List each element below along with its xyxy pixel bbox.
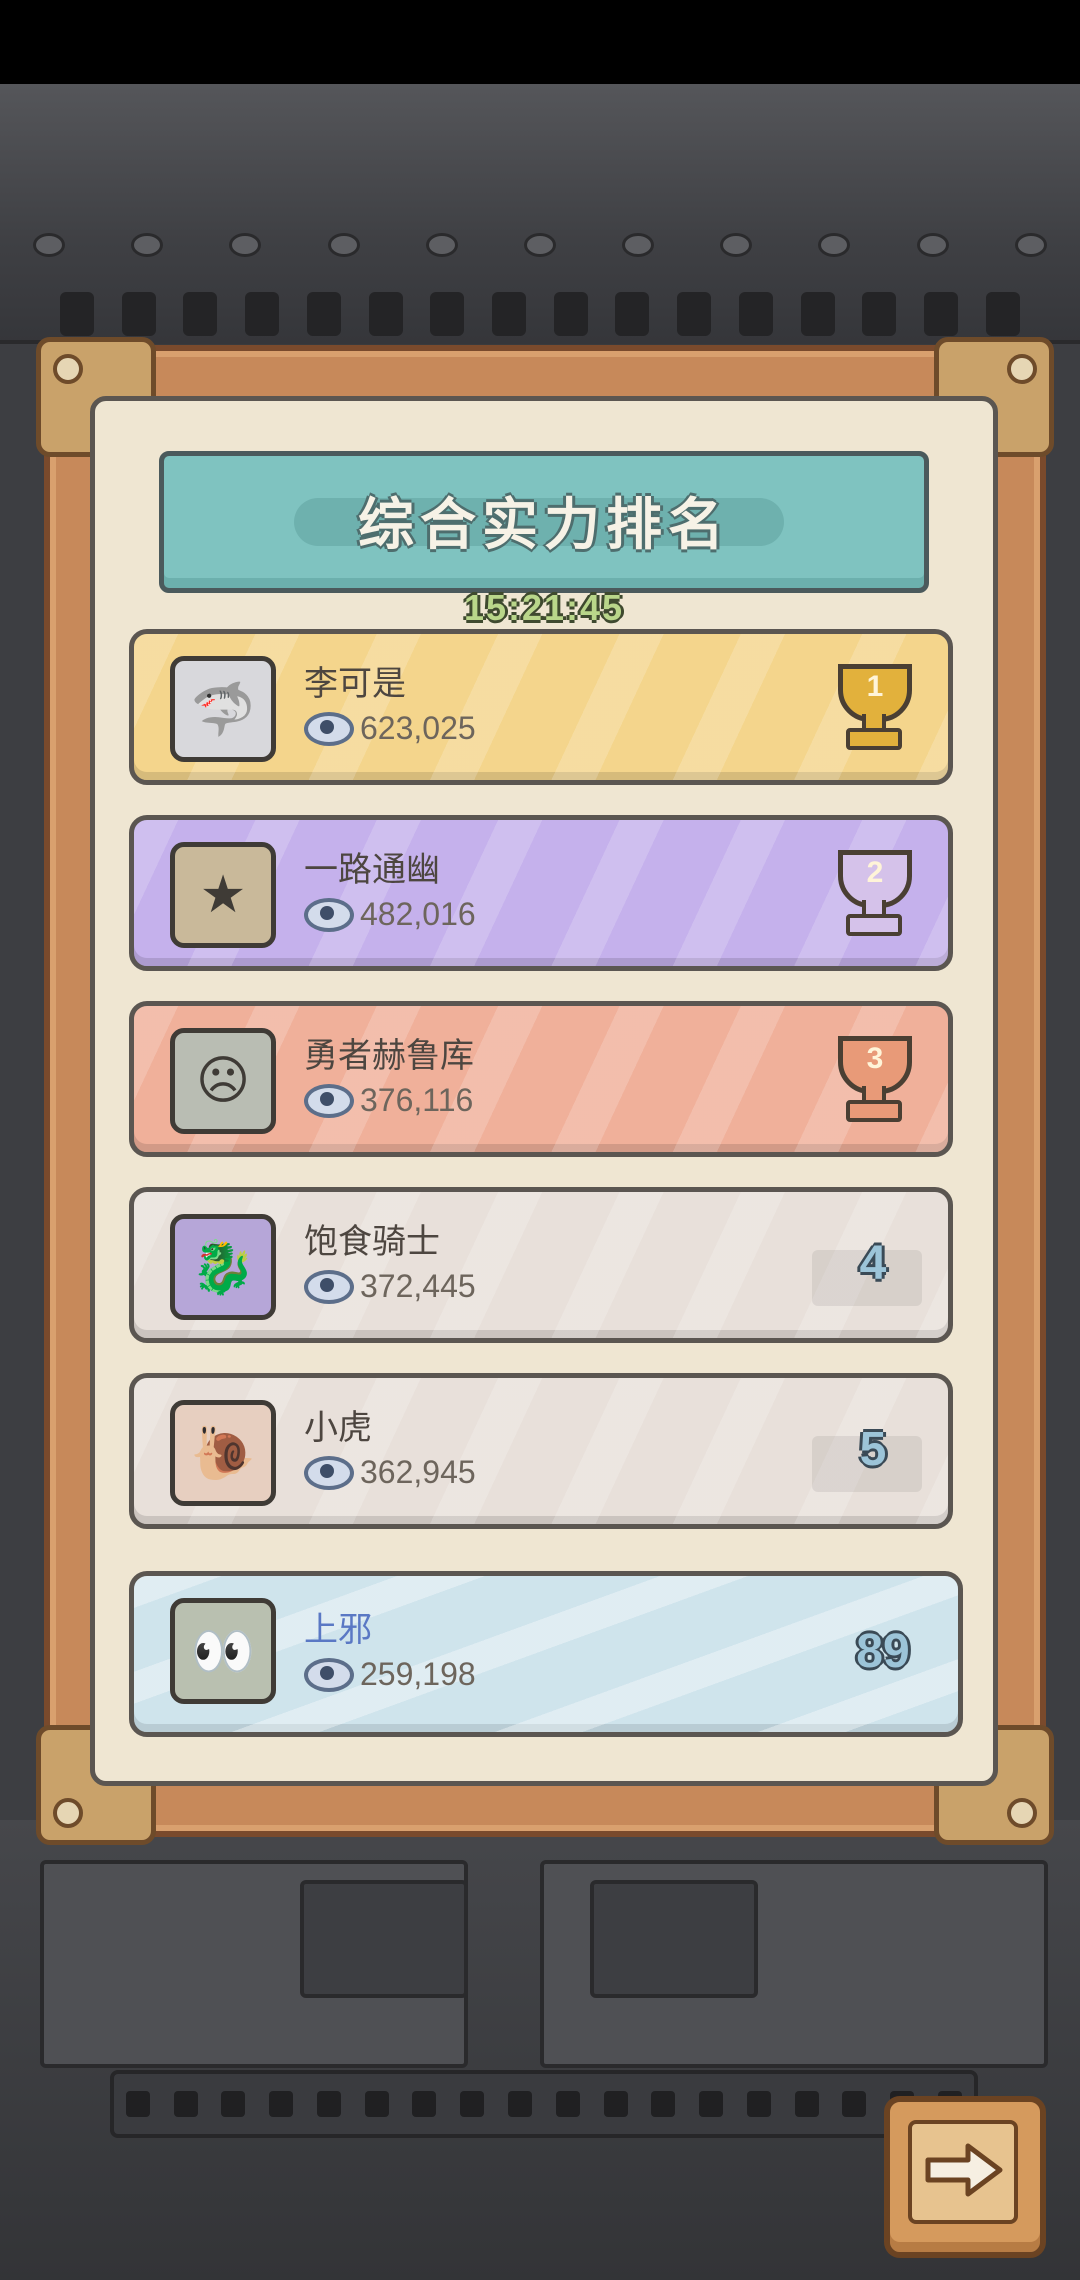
silver-trophy-icon: 2 [828,844,912,936]
ranking-row-4[interactable]: 🐉 饱食骑士 372,445 4 [129,1187,953,1343]
floor-grate [110,2070,978,2138]
eye-icon [304,1269,354,1304]
score-value: 376,116 [360,1082,474,1118]
eye-icon [304,1657,354,1692]
ranking-row-1[interactable]: 🦈 李可是 623,025 1 [129,629,953,785]
rank-number: 2 [866,856,884,889]
score-value: 623,025 [360,710,476,746]
bolt-row [0,230,1080,260]
score-value: 259,198 [360,1656,476,1692]
ranking-row-5[interactable]: 🐌 小虎 362,945 5 [129,1373,953,1529]
player-score: 362,945 [304,1454,476,1491]
eye-icon [304,897,354,932]
score-value: 482,016 [360,896,476,932]
ranking-list[interactable]: 🦈 李可是 623,025 1 ★ 一路通幽 482,016 2 ☹ 勇者赫鲁库… [129,629,953,1534]
player-score: 623,025 [304,710,476,747]
eye-icon [304,711,354,746]
player-name: 李可是 [304,665,406,703]
vent-row [60,292,1020,336]
score-value: 372,445 [360,1268,476,1304]
player-name: 饱食骑士 [304,1223,440,1261]
ranking-row-3[interactable]: ☹ 勇者赫鲁库 376,116 3 [129,1001,953,1157]
gold-trophy-icon: 1 [828,658,912,750]
status-bar [0,0,1080,84]
ranking-row-2[interactable]: ★ 一路通幽 482,016 2 [129,815,953,971]
eye-icon [304,1455,354,1490]
green-eyed-creature-icon: 👀 [170,1598,276,1704]
page-title: 综合实力排名 [358,493,730,556]
angry-face-icon: ☹ [170,1028,276,1134]
title-banner: 综合实力排名 [159,451,929,593]
countdown-timer: 15:21:45 [463,587,625,628]
player-name: 勇者赫鲁库 [304,1037,474,1075]
snail-icon: 🐌 [170,1400,276,1506]
rank-number: 3 [866,1042,884,1075]
player-score: 482,016 [304,896,476,933]
rank-number: 1 [866,670,884,703]
arrow-right-icon [925,2143,1003,2197]
my-player-score: 259,198 [304,1656,476,1693]
shark-icon: 🦈 [170,656,276,762]
eye-icon [304,1083,354,1118]
score-value: 362,945 [360,1454,476,1490]
bronze-trophy-icon: 3 [828,1030,912,1122]
my-ranking-row[interactable]: 👀 上邪 259,198 89 [129,1571,963,1737]
left-wall-panel [0,340,48,1908]
rank-number: 4 [859,1236,887,1290]
dragon-icon: 🐉 [170,1214,276,1320]
player-name: 一路通幽 [304,851,440,889]
next-button[interactable] [884,2096,1046,2258]
ranking-panel: 综合实力排名 15:21:45 🦈 李可是 623,025 1 ★ 一路通幽 4… [90,396,998,1786]
player-score: 372,445 [304,1268,476,1305]
trophy-statue-icon: ★ [170,842,276,948]
next-button-face [908,2120,1018,2224]
player-name: 小虎 [304,1409,372,1447]
my-rank-number: 89 [856,1624,910,1678]
player-score: 376,116 [304,1082,473,1119]
my-player-name: 上邪 [304,1611,372,1649]
rank-number: 5 [859,1422,887,1476]
ranking-board: 综合实力排名 15:21:45 🦈 李可是 623,025 1 ★ 一路通幽 4… [36,337,1054,1845]
